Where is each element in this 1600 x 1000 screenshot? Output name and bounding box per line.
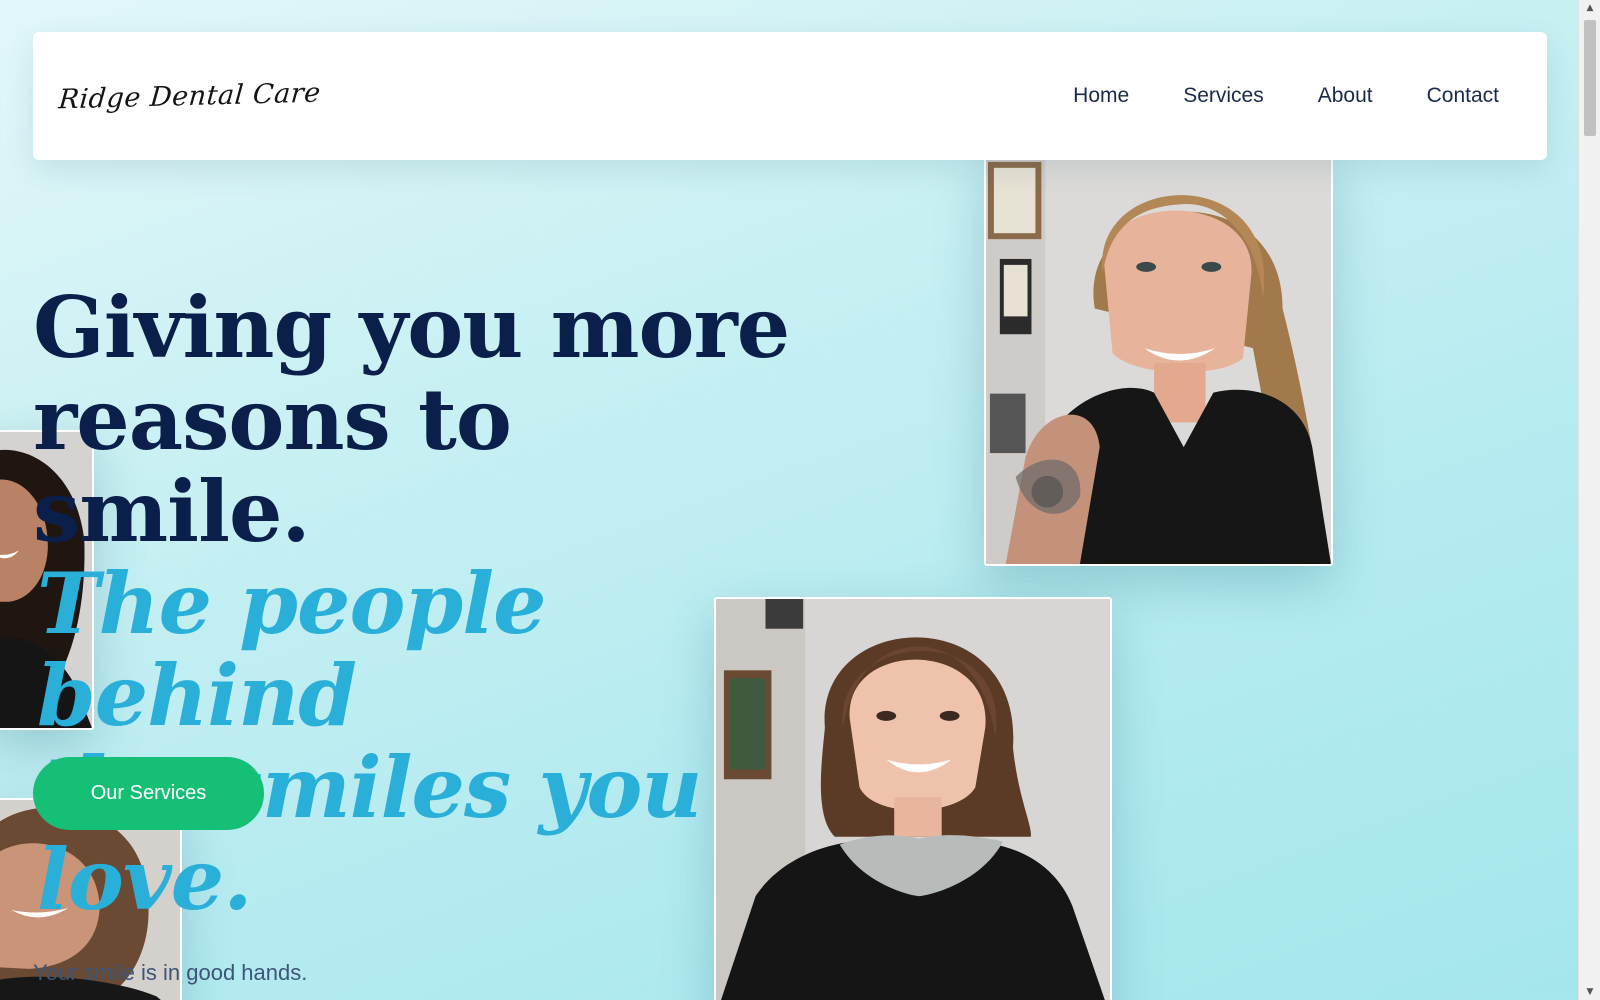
- hero-subheadline: The people behind the smiles you love.: [37, 558, 793, 926]
- page-scrollbar[interactable]: ▲ ▼: [1578, 0, 1600, 1000]
- hero-tagline: Your smile is in good hands.: [33, 960, 308, 985]
- nav-contact-link[interactable]: Contact: [1427, 84, 1499, 108]
- scroll-down-arrow-icon[interactable]: ▼: [1579, 984, 1600, 1000]
- hero-headline-line-1: Giving you more: [33, 278, 790, 377]
- nav-home-link[interactable]: Home: [1073, 84, 1129, 108]
- site-logo[interactable]: Ridge Dental Care: [57, 77, 321, 115]
- hero-headline-line-2: reasons to smile.: [33, 370, 512, 561]
- main-nav: Home Services About Contact: [1073, 84, 1499, 108]
- nav-about-link[interactable]: About: [1318, 84, 1373, 108]
- our-services-button[interactable]: Our Services: [33, 757, 264, 830]
- site-header: Ridge Dental Care Home Services About Co…: [33, 32, 1547, 160]
- hero-subheadline-line-1: The people behind: [37, 554, 547, 745]
- team-photo-tattooed-woman: [984, 148, 1333, 566]
- hero-section: Giving you more reasons to smile. The pe…: [33, 282, 793, 986]
- hero-headline: Giving you more reasons to smile.: [33, 282, 793, 558]
- nav-services-link[interactable]: Services: [1183, 84, 1264, 108]
- scroll-up-arrow-icon[interactable]: ▲: [1579, 0, 1600, 16]
- scrollbar-thumb[interactable]: [1584, 20, 1596, 136]
